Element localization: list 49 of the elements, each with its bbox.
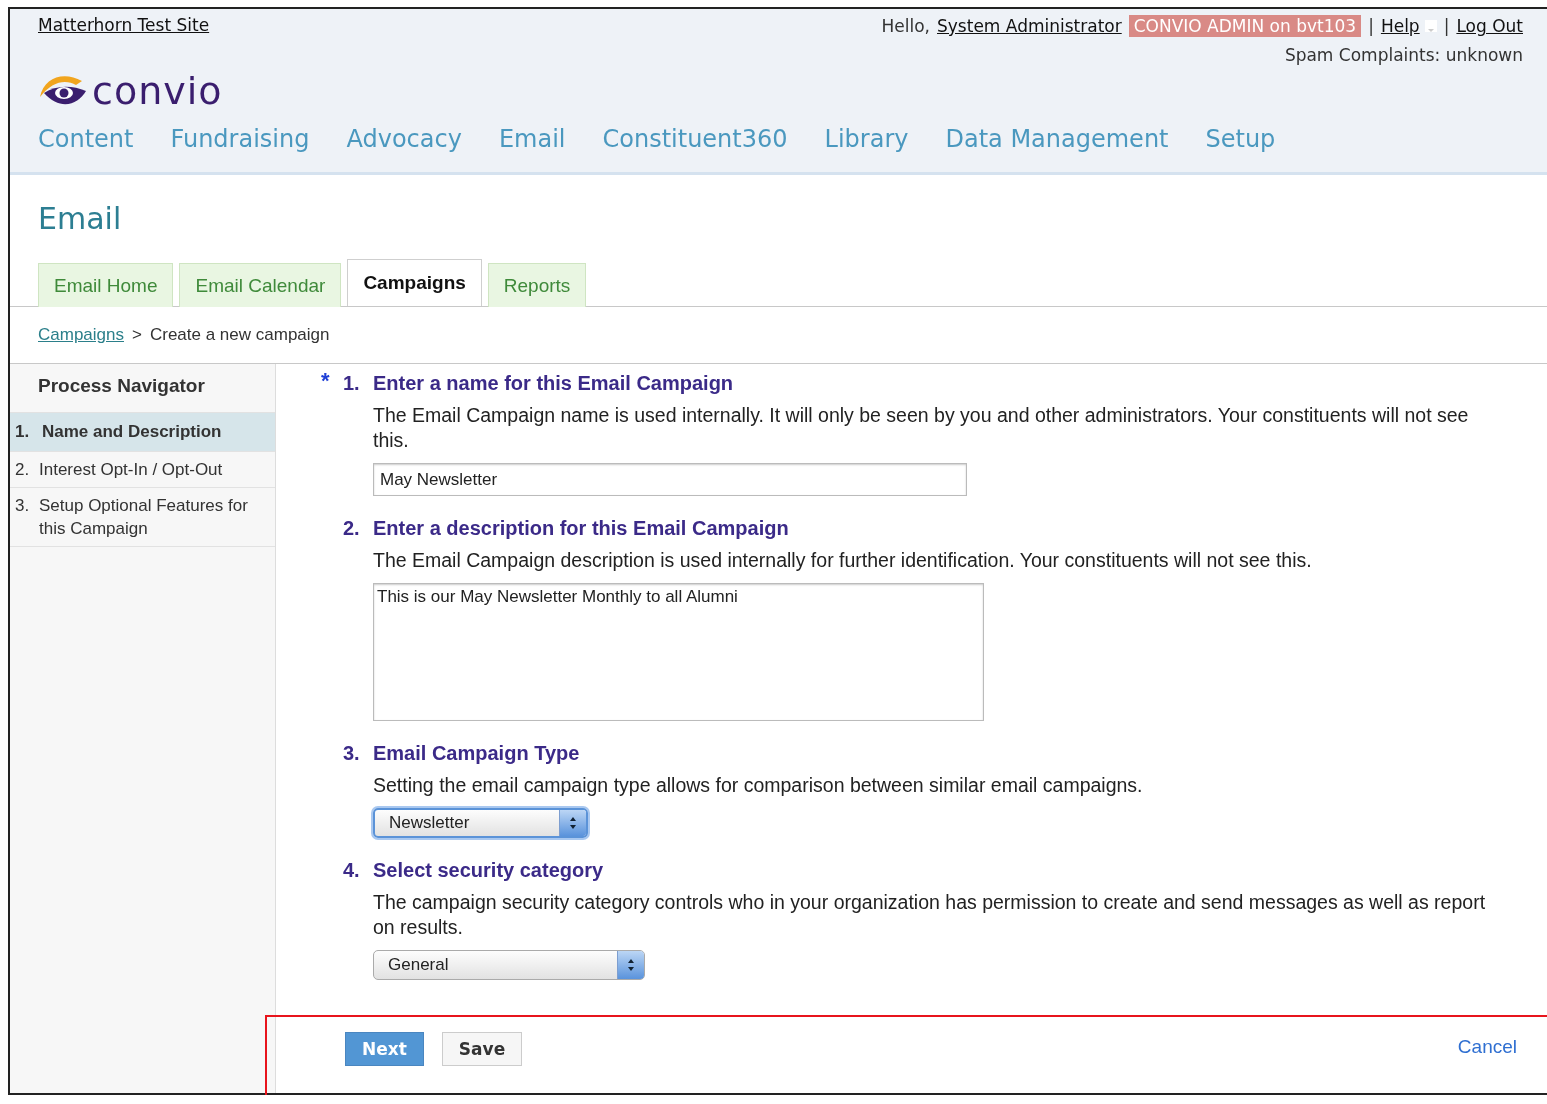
step-title: Email Campaign Type bbox=[373, 742, 581, 765]
page-title: Email bbox=[37, 200, 123, 238]
description-field[interactable]: This is our May Newsletter Monthly to all Alumni bbox=[373, 583, 984, 721]
required-mark: * bbox=[321, 372, 331, 395]
step-description: The Email Campaign description is used internally for further identification. Your constituents will not see this. bbox=[373, 548, 1313, 573]
spam-status: Spam Complaints: unknown bbox=[1284, 45, 1523, 65]
step-number: 3. bbox=[343, 742, 361, 765]
help-link[interactable]: Help bbox=[1380, 16, 1420, 36]
greeting: Hello, bbox=[881, 16, 930, 36]
nav-link[interactable]: Fundraising bbox=[170, 125, 310, 153]
step-number: 1. bbox=[343, 372, 361, 395]
tab[interactable]: Email Calendar bbox=[179, 263, 342, 307]
step-title: Select security category bbox=[373, 859, 605, 882]
step-number: 4. bbox=[343, 859, 361, 882]
nav-link[interactable]: Advocacy bbox=[346, 125, 462, 153]
nav-link[interactable]: Constituent360 bbox=[602, 125, 788, 153]
step-title: Enter a description for this Email Campaign bbox=[373, 517, 790, 540]
navigator-step[interactable]: 1. Name and Description bbox=[10, 413, 275, 452]
logo-wordmark: convio bbox=[92, 69, 223, 113]
separator: | bbox=[1443, 16, 1450, 36]
breadcrumb-link[interactable]: Campaigns bbox=[38, 325, 124, 363]
dropdown[interactable]: Newsletter bbox=[373, 808, 588, 838]
tab[interactable]: Campaigns bbox=[347, 259, 482, 306]
nav-link[interactable]: Email bbox=[498, 125, 566, 153]
nav-link[interactable]: Library bbox=[824, 125, 909, 153]
role-badge: CONVIO ADMIN on bvt103 bbox=[1128, 15, 1362, 37]
separator: | bbox=[1368, 16, 1374, 36]
breadcrumb-separator: > bbox=[132, 325, 142, 346]
breadcrumb-current: Create a new campaign bbox=[149, 325, 330, 346]
navigator-step[interactable]: 2. Interest Opt-In / Opt-Out bbox=[10, 452, 275, 488]
tab[interactable]: Email Home bbox=[38, 263, 174, 307]
nav-link[interactable]: Content bbox=[38, 125, 134, 153]
step-title: Enter a name for this Email Campaign bbox=[373, 372, 735, 395]
nav-link[interactable]: Data Management bbox=[945, 125, 1169, 153]
user-link[interactable]: System Administrator bbox=[937, 16, 1122, 36]
navigator-step[interactable]: 3. Setup Optional Features for this Campaign bbox=[10, 488, 275, 547]
save-button[interactable]: Save bbox=[441, 1032, 523, 1066]
step-description: Setting the email campaign type allows for comparison between similar email campaigns. bbox=[373, 773, 1144, 798]
dropdown[interactable]: General bbox=[373, 950, 645, 980]
logout-link[interactable]: Log Out bbox=[1456, 16, 1523, 36]
step-description: The Email Campaign name is used internally. It will only be seen by you and other administrators. Your constituents will not see this. bbox=[373, 403, 1470, 453]
tab[interactable]: Reports bbox=[487, 263, 587, 307]
next-button[interactable]: Next bbox=[345, 1032, 424, 1066]
nav-link[interactable]: Setup bbox=[1205, 125, 1276, 153]
step-number: 2. bbox=[343, 517, 361, 540]
cancel-link[interactable]: Cancel bbox=[1457, 1036, 1517, 1058]
site-link[interactable]: Matterhorn Test Site bbox=[38, 15, 210, 35]
step-description: The campaign security category controls who in your organization has permission to create and send messages as well as report on results. bbox=[373, 890, 1487, 940]
name-field[interactable]: May Newsletter bbox=[373, 463, 967, 496]
